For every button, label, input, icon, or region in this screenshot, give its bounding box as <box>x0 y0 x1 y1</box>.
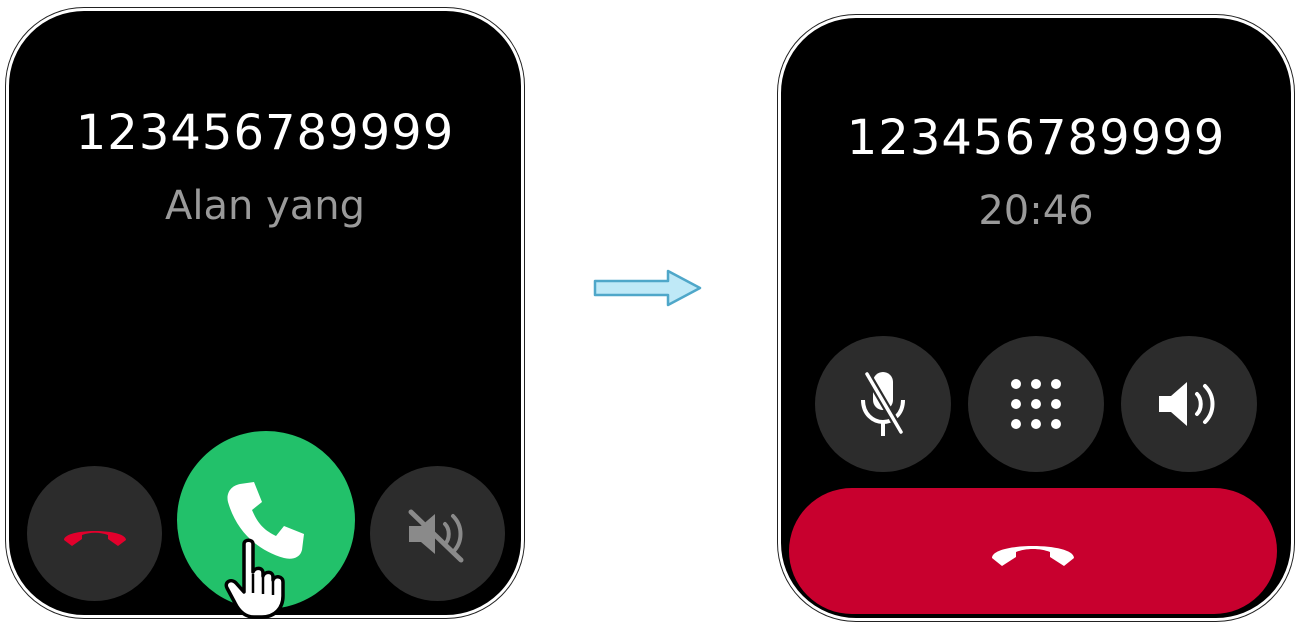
phone-hangup-icon <box>992 546 1074 566</box>
keypad-button[interactable] <box>968 336 1104 472</box>
phone-hangup-icon <box>63 530 126 546</box>
call-duration: 20:46 <box>978 188 1094 234</box>
hand-pointer-icon <box>224 538 285 619</box>
decline-call-button[interactable] <box>27 466 162 601</box>
caller-name: Alan yang <box>165 183 365 229</box>
speaker-icon <box>1159 382 1215 426</box>
caller-number: 123456789999 <box>846 110 1226 166</box>
microphone-muted-icon <box>861 371 905 436</box>
arrow-right-icon <box>593 269 702 307</box>
active-call-screen: 123456789999 20:46 <box>778 15 1294 621</box>
speaker-button[interactable] <box>1121 336 1257 472</box>
incoming-call-screen: 123456789999 Alan yang <box>6 8 524 618</box>
speaker-muted-icon <box>408 509 463 562</box>
silence-ringer-button[interactable] <box>370 466 505 601</box>
caller-number: 123456789999 <box>75 105 455 161</box>
end-call-button[interactable] <box>789 488 1277 614</box>
mute-microphone-button[interactable] <box>815 336 951 472</box>
dialpad-icon <box>1011 379 1061 429</box>
